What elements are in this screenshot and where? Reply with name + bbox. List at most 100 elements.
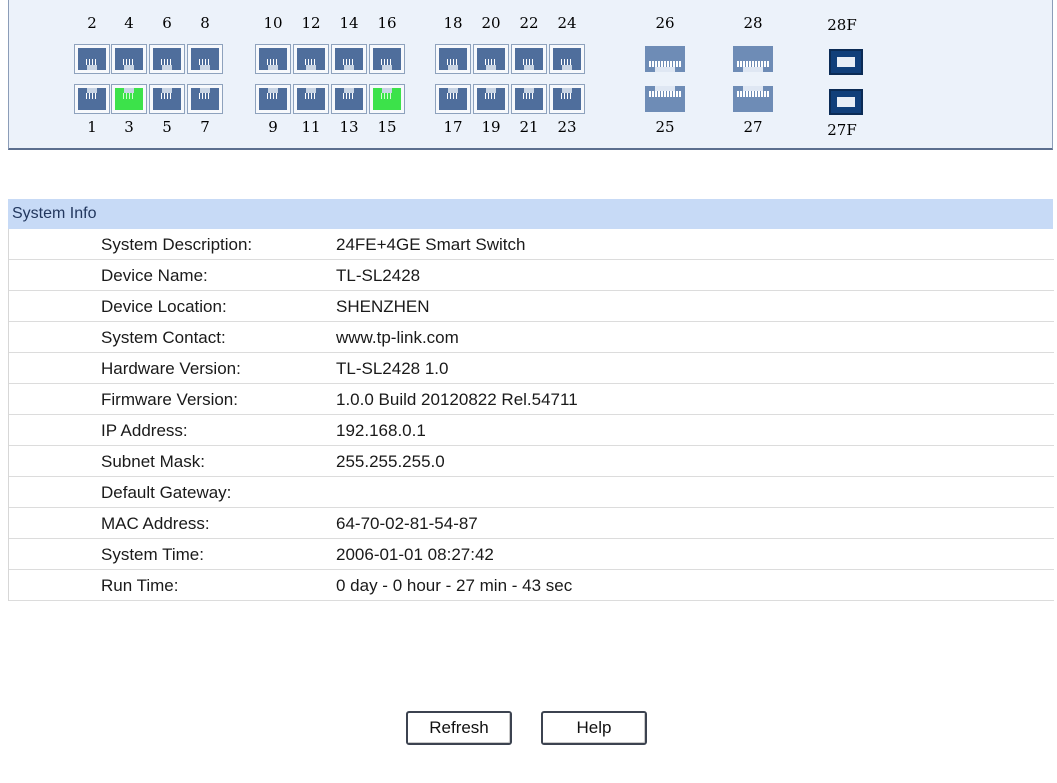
port-number-13: 13: [339, 118, 359, 136]
info-row-system-time: System Time: 2006-01-01 08:27:42: [9, 539, 1054, 570]
port-18[interactable]: [435, 44, 471, 74]
port-number-10: 10: [263, 14, 283, 32]
port-17[interactable]: [435, 84, 471, 114]
port-number-8: 8: [200, 14, 210, 32]
port-5[interactable]: [149, 84, 185, 114]
info-row-device-name: Device Name: TL-SL2428: [9, 260, 1054, 291]
row-label: Hardware Version:: [101, 359, 241, 378]
port-2[interactable]: [74, 44, 110, 74]
port-number-4: 4: [124, 14, 134, 32]
port-number-17: 17: [443, 118, 463, 136]
port-number-23: 23: [557, 118, 577, 136]
port-number-6: 6: [162, 14, 172, 32]
port-10[interactable]: [255, 44, 291, 74]
port-19[interactable]: [473, 84, 509, 114]
port-number-11: 11: [301, 118, 321, 136]
port-number-14: 14: [339, 14, 359, 32]
row-value: 0 day - 0 hour - 27 min - 43 sec: [336, 576, 573, 595]
port-22[interactable]: [511, 44, 547, 74]
port-24[interactable]: [549, 44, 585, 74]
port-27[interactable]: [733, 84, 773, 114]
info-row-mac-address: MAC Address: 64-70-02-81-54-87: [9, 508, 1054, 539]
port-number-20: 20: [481, 14, 501, 32]
port-26[interactable]: [645, 44, 685, 74]
port-number-24: 24: [557, 14, 577, 32]
port-25[interactable]: [645, 84, 685, 114]
port-number-27: 27: [743, 118, 763, 136]
port-number-19: 19: [481, 118, 501, 136]
switch-panel: 2 4 6 8 10 12 14 16 18 20 22 24 26 28 28…: [8, 0, 1053, 150]
row-value: SHENZHEN: [336, 297, 430, 316]
port-21[interactable]: [511, 84, 547, 114]
port-number-28f: 28F: [827, 16, 857, 34]
port-28f-sfp[interactable]: [829, 49, 863, 75]
row-value: 2006-01-01 08:27:42: [336, 545, 494, 564]
port-11[interactable]: [293, 84, 329, 114]
port-number-9: 9: [268, 118, 278, 136]
port-3[interactable]: [111, 84, 147, 114]
row-value: www.tp-link.com: [336, 328, 459, 347]
info-row-system-description: System Description: 24FE+4GE Smart Switc…: [9, 229, 1054, 260]
port-number-26: 26: [655, 14, 675, 32]
row-label: System Description:: [101, 235, 253, 254]
row-label: Device Location:: [101, 297, 227, 316]
row-label: Run Time:: [101, 576, 179, 595]
port-number-28: 28: [743, 14, 763, 32]
row-value: 1.0.0 Build 20120822 Rel.54711: [336, 390, 578, 409]
port-number-7: 7: [200, 118, 210, 136]
row-value: 24FE+4GE Smart Switch: [336, 235, 526, 254]
port-9[interactable]: [255, 84, 291, 114]
port-1[interactable]: [74, 84, 110, 114]
port-13[interactable]: [331, 84, 367, 114]
info-row-hardware-version: Hardware Version: TL-SL2428 1.0: [9, 353, 1054, 384]
port-number-1: 1: [87, 118, 97, 136]
refresh-button[interactable]: Refresh: [406, 711, 512, 745]
port-4[interactable]: [111, 44, 147, 74]
port-number-22: 22: [519, 14, 539, 32]
system-info-header: System Info: [8, 199, 1053, 229]
port-23[interactable]: [549, 84, 585, 114]
port-number-2: 2: [87, 14, 97, 32]
info-row-run-time: Run Time: 0 day - 0 hour - 27 min - 43 s…: [9, 570, 1054, 601]
row-value: 64-70-02-81-54-87: [336, 514, 478, 533]
row-value: TL-SL2428: [336, 266, 421, 285]
port-number-27f: 27F: [827, 121, 857, 139]
row-label: Device Name:: [101, 266, 208, 285]
row-label: System Contact:: [101, 328, 226, 347]
info-row-default-gateway: Default Gateway:: [9, 477, 1054, 508]
port-12[interactable]: [293, 44, 329, 74]
port-7[interactable]: [187, 84, 223, 114]
port-6[interactable]: [149, 44, 185, 74]
row-label: Default Gateway:: [101, 483, 232, 502]
row-label: IP Address:: [101, 421, 188, 440]
port-number-15: 15: [377, 118, 397, 136]
port-number-3: 3: [124, 118, 134, 136]
port-number-18: 18: [443, 14, 463, 32]
port-16[interactable]: [369, 44, 405, 74]
help-button[interactable]: Help: [541, 711, 647, 745]
port-20[interactable]: [473, 44, 509, 74]
port-number-25: 25: [655, 118, 675, 136]
row-label: MAC Address:: [101, 514, 210, 533]
port-number-5: 5: [162, 118, 172, 136]
row-value: TL-SL2428 1.0: [336, 359, 449, 378]
info-row-system-contact: System Contact: www.tp-link.com: [9, 322, 1054, 353]
port-28[interactable]: [733, 44, 773, 74]
row-label: Firmware Version:: [101, 390, 238, 409]
port-27f-sfp[interactable]: [829, 89, 863, 115]
row-label: Subnet Mask:: [101, 452, 205, 471]
port-number-21: 21: [519, 118, 539, 136]
info-row-subnet-mask: Subnet Mask: 255.255.255.0: [9, 446, 1054, 477]
port-number-12: 12: [301, 14, 321, 32]
system-info-table: System Description: 24FE+4GE Smart Switc…: [8, 229, 1054, 601]
row-value: 255.255.255.0: [336, 452, 445, 471]
port-15[interactable]: [369, 84, 405, 114]
info-row-firmware-version: Firmware Version: 1.0.0 Build 20120822 R…: [9, 384, 1054, 415]
row-label: System Time:: [101, 545, 204, 564]
info-row-ip-address: IP Address: 192.168.0.1: [9, 415, 1054, 446]
row-value: 192.168.0.1: [336, 421, 426, 440]
port-number-16: 16: [377, 14, 397, 32]
port-14[interactable]: [331, 44, 367, 74]
port-8[interactable]: [187, 44, 223, 74]
info-row-device-location: Device Location: SHENZHEN: [9, 291, 1054, 322]
